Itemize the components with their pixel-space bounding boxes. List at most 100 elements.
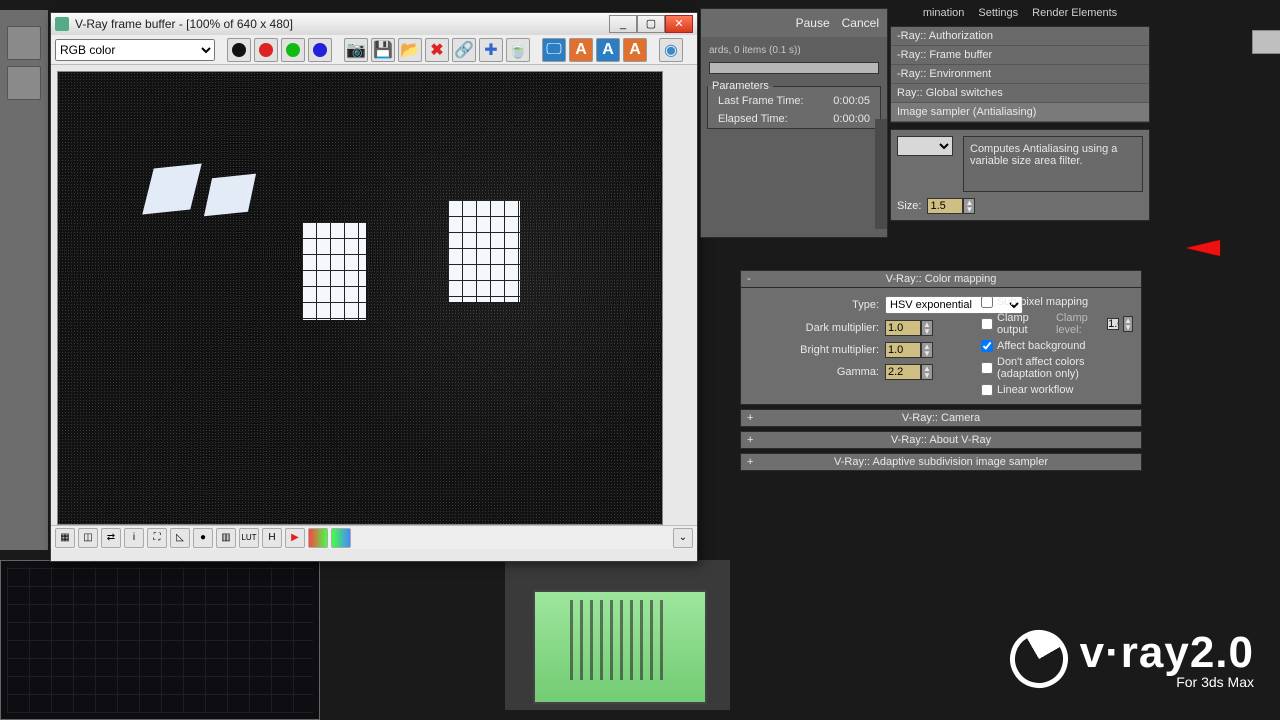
plus-icon: + xyxy=(747,412,753,424)
folder-icon: 📂 xyxy=(400,40,420,60)
dont-affect-checkbox[interactable] xyxy=(981,362,993,374)
vfb-bottom-toolbar: ▦ ◫ ⇄ i ⛶ ◺ ● ▥ LUT H ▶ ⌄ xyxy=(51,525,697,549)
bright-input[interactable] xyxy=(885,342,921,358)
color-mapping-header[interactable]: - V-Ray:: Color mapping xyxy=(740,270,1142,288)
vfb-toolbar: RGB color 📷 💾 📂 ✖ 🔗 ✚ 🍵 🖵 A A A ◉ xyxy=(51,35,697,65)
toolbar-button[interactable] xyxy=(7,66,41,100)
clamp-label: Clamp output xyxy=(997,312,1048,336)
subpixel-label: Sub-pixel mapping xyxy=(997,296,1088,308)
last-frame-value: 0:00:05 xyxy=(833,95,870,107)
red-channel-button[interactable] xyxy=(254,38,278,62)
render-button[interactable]: 🍵 xyxy=(506,38,530,62)
link-icon: 🔗 xyxy=(454,40,474,60)
green-channel-button[interactable] xyxy=(281,38,305,62)
expand-icon[interactable]: ⌄ xyxy=(673,528,693,548)
red-circle-icon xyxy=(259,43,273,57)
bars-icon[interactable]: ▥ xyxy=(216,528,236,548)
rollup-frame-buffer[interactable]: -Ray:: Frame buffer xyxy=(891,46,1149,65)
rollup-authorization[interactable]: -Ray:: Authorization xyxy=(891,27,1149,46)
plus-icon: + xyxy=(747,456,753,468)
clear-button[interactable]: ✖ xyxy=(425,38,449,62)
spinner-arrows-icon[interactable]: ▲▼ xyxy=(921,342,933,358)
save-button[interactable]: 📷 xyxy=(344,38,368,62)
clamp-checkbox[interactable] xyxy=(981,318,993,330)
rollup-environment[interactable]: -Ray:: Environment xyxy=(891,65,1149,84)
record-icon[interactable]: ▶ xyxy=(285,528,305,548)
levels-icon[interactable]: ◺ xyxy=(170,528,190,548)
pause-button[interactable]: Pause xyxy=(796,16,830,30)
size-label: Size: xyxy=(897,200,921,212)
dot-icon[interactable]: ● xyxy=(193,528,213,548)
subpixel-checkbox[interactable] xyxy=(981,296,993,308)
close-button[interactable]: ✕ xyxy=(665,15,693,33)
rollup-image-sampler[interactable]: Image sampler (Antialiasing) xyxy=(891,103,1149,122)
vray-logo: v·ray2.0 For 3ds Max xyxy=(1010,628,1254,690)
spinner-arrows-icon[interactable]: ▲▼ xyxy=(921,320,933,336)
elapsed-value: 0:00:00 xyxy=(833,113,870,125)
histogram-icon[interactable]: ⛶ xyxy=(147,528,167,548)
grid-icon[interactable]: ▦ xyxy=(55,528,75,548)
minimize-button[interactable]: _ xyxy=(609,15,637,33)
teapot-icon: 🍵 xyxy=(508,40,528,60)
track-mouse-button[interactable]: ✚ xyxy=(479,38,503,62)
show-vfb-button[interactable]: 🖵 xyxy=(542,38,566,62)
rollup-camera[interactable]: + V-Ray:: Camera xyxy=(740,409,1142,427)
vray-logo-icon xyxy=(999,619,1078,698)
region-render-button[interactable]: 🔗 xyxy=(452,38,476,62)
save-image-button[interactable]: 💾 xyxy=(371,38,395,62)
rollup-about[interactable]: + V-Ray:: About V-Ray xyxy=(740,431,1142,449)
toolbar-button[interactable] xyxy=(7,26,41,60)
dark-input[interactable] xyxy=(885,320,921,336)
channel-select[interactable]: RGB color xyxy=(55,39,215,61)
spinner-arrows-icon[interactable]: ▲▼ xyxy=(1123,316,1133,332)
progress-scrollbar[interactable] xyxy=(875,119,887,229)
last-frame-label: Last Frame Time: xyxy=(718,95,804,107)
size-input[interactable] xyxy=(927,198,963,214)
green-circle-icon xyxy=(286,43,300,57)
h-button[interactable]: H xyxy=(262,528,282,548)
correction-a-button[interactable]: A xyxy=(569,38,593,62)
rollup-global-switches[interactable]: Ray:: Global switches xyxy=(891,84,1149,103)
compare-icon[interactable]: ◫ xyxy=(78,528,98,548)
swap-icon[interactable]: ⇄ xyxy=(101,528,121,548)
spinner-arrows-icon[interactable]: ▲▼ xyxy=(963,198,975,214)
vfb-titlebar[interactable]: V-Ray frame buffer - [100% of 640 x 480]… xyxy=(51,13,697,35)
load-image-button[interactable]: 📂 xyxy=(398,38,422,62)
rgb-channel-button[interactable] xyxy=(227,38,251,62)
window-shape xyxy=(448,200,520,302)
minus-icon: - xyxy=(747,273,751,285)
correction-c-button[interactable]: A xyxy=(623,38,647,62)
sampler-type-select[interactable] xyxy=(897,136,953,156)
cancel-button[interactable]: Cancel xyxy=(842,16,879,30)
filled-circle-icon xyxy=(232,43,246,57)
lut-button[interactable]: LUT xyxy=(239,528,259,548)
info-icon[interactable]: i xyxy=(124,528,144,548)
palette-a-icon[interactable] xyxy=(308,528,328,548)
window-system-buttons: _ ▢ ✕ xyxy=(609,15,693,33)
vray-frame-buffer-window: V-Ray frame buffer - [100% of 640 x 480]… xyxy=(50,12,698,562)
vray-logo-button[interactable]: ◉ xyxy=(659,38,683,62)
parameters-legend: Parameters xyxy=(708,80,773,92)
spinner-arrows-icon[interactable]: ▲▼ xyxy=(921,364,933,380)
correction-b-button[interactable]: A xyxy=(596,38,620,62)
affect-bg-checkbox[interactable] xyxy=(981,340,993,352)
linear-checkbox[interactable] xyxy=(981,384,993,396)
settings-tabs: mination Settings Render Elements xyxy=(890,6,1150,26)
maximize-button[interactable]: ▢ xyxy=(637,15,665,33)
palette-b-icon[interactable] xyxy=(331,528,351,548)
viewport-wireframe xyxy=(0,560,320,720)
partial-offscreen-button[interactable] xyxy=(1252,30,1280,54)
tab-settings[interactable]: Settings xyxy=(974,6,1022,26)
tab-illumination[interactable]: mination xyxy=(919,6,969,26)
clamp-level-input[interactable] xyxy=(1107,318,1119,330)
gamma-input[interactable] xyxy=(885,364,921,380)
rollup-adaptive-label: V-Ray:: Adaptive subdivision image sampl… xyxy=(834,456,1048,468)
rollup-adaptive-subdiv[interactable]: + V-Ray:: Adaptive subdivision image sam… xyxy=(740,453,1142,471)
camera-icon: 📷 xyxy=(346,40,366,60)
type-label: Type: xyxy=(852,299,879,311)
render-canvas[interactable] xyxy=(57,71,663,525)
blue-channel-button[interactable] xyxy=(308,38,332,62)
x-red-icon: ✖ xyxy=(430,40,443,60)
tab-render-elements[interactable]: Render Elements xyxy=(1028,6,1121,26)
logo-text: v·ray2.0 xyxy=(1080,628,1254,678)
